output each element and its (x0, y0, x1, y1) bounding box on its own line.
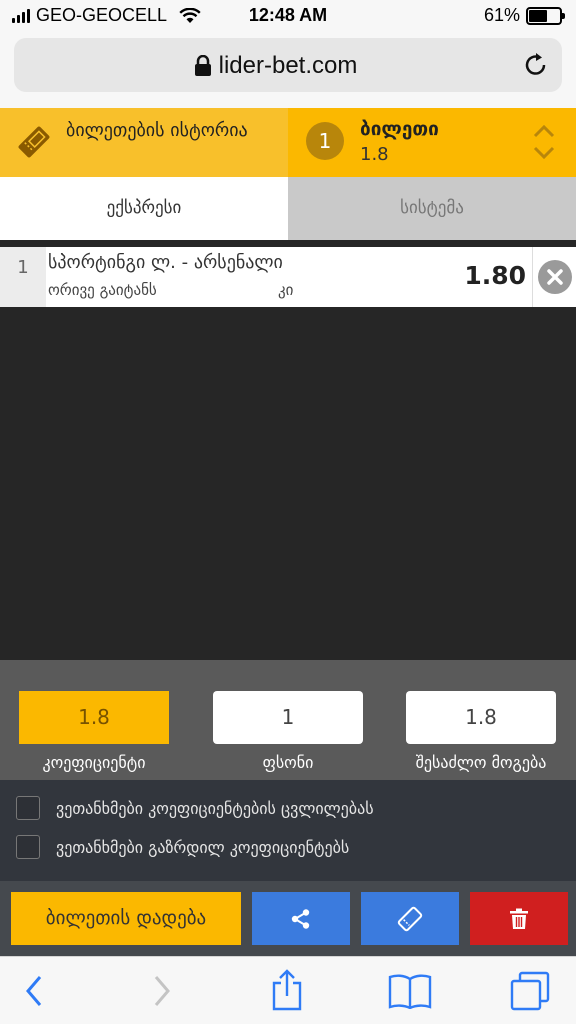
status-bar: GEO-GEOCELL 12:48 AM 61% (0, 0, 576, 32)
forward-icon[interactable] (150, 971, 174, 1011)
agree-boosted-odds-label: ვეთანხმები გაზრდილ კოეფიციენტებს (56, 837, 350, 857)
expand-collapse-icon[interactable] (532, 122, 556, 162)
tab-express[interactable]: ექსპრესი (0, 177, 288, 240)
coefficient-value: 1.8 (19, 691, 169, 744)
bet-odds: 1.80 (464, 261, 526, 290)
coefficient-label: კოეფიციენტი (42, 753, 146, 772)
share-icon[interactable] (270, 969, 304, 1011)
current-ticket-toggle[interactable]: 1 ბილეთი 1.8 (288, 108, 576, 177)
ticket-odds: 1.8 (360, 144, 389, 165)
bet-number: 1 (17, 257, 29, 278)
delete-ticket-button[interactable] (470, 892, 568, 945)
ticket-icon (18, 126, 50, 158)
ticket-history-button[interactable]: ბილეთების ისტორია (0, 108, 288, 177)
bet-outcome: კი (278, 281, 294, 299)
agree-odds-change-label: ვეთანხმები კოეფიციენტების ცვლილებას (56, 798, 374, 818)
stake-input[interactable]: 1 (213, 691, 363, 744)
ticket-history-label: ბილეთების ისტორია (66, 120, 248, 141)
bet-number-column: 1 (0, 247, 46, 307)
wifi-icon (179, 7, 201, 23)
stake-label: ფსონი (262, 753, 314, 772)
agree-boosted-odds-option[interactable]: ვეთანხმები გაზრდილ კოეფიციენტებს (16, 835, 349, 859)
agreement-options: ვეთანხმები კოეფიციენტების ცვლილებას ვეთა… (0, 780, 576, 881)
carrier-name: GEO-GEOCELL (36, 5, 168, 25)
agree-odds-change-option[interactable]: ვეთანხმები კოეფიციენტების ცვლილებას (16, 796, 374, 820)
url-text: lider-bet.com (218, 52, 358, 79)
battery-percent: 61% (483, 5, 520, 25)
reload-icon[interactable] (522, 51, 550, 79)
place-bet-button[interactable]: ბილეთის დადება (11, 892, 241, 945)
betslip-empty-area (0, 307, 576, 660)
agree-boosted-odds-checkbox[interactable] (16, 835, 40, 859)
action-bar: ბილეთის დადება (0, 881, 576, 956)
share-button[interactable] (252, 892, 350, 945)
battery-icon (526, 6, 565, 25)
trash-icon (510, 908, 528, 929)
ticket-title: ბილეთი (360, 118, 439, 140)
tabs-icon[interactable] (510, 971, 550, 1011)
back-icon[interactable] (22, 971, 46, 1011)
bet-market: ორივე გაიტანს (48, 281, 157, 299)
divider (532, 247, 533, 307)
coupon-button[interactable] (361, 892, 459, 945)
agree-odds-change-checkbox[interactable] (16, 796, 40, 820)
bet-row: 1 სპორტინგი ლ. - არსენალი ორივე გაიტანს … (0, 247, 576, 307)
status-left: GEO-GEOCELL (12, 5, 201, 26)
share-icon (291, 908, 310, 929)
ticket-count-badge: 1 (306, 122, 344, 160)
tab-system[interactable]: სისტემა (288, 177, 576, 240)
remove-bet-button[interactable] (538, 260, 572, 294)
bet-match: სპორტინგი ლ. - არსენალი (48, 252, 283, 273)
ticket-icon (397, 906, 423, 931)
address-bar[interactable]: lider-bet.com (14, 38, 562, 92)
close-icon (547, 269, 563, 285)
browser-toolbar (0, 956, 576, 1024)
potential-win-label: შესაძლო მოგება (415, 753, 547, 772)
browser-chrome: lider-bet.com (0, 32, 576, 108)
bet-type-tabs: ექსპრესი სისტემა (0, 177, 576, 240)
betslip-header: ბილეთების ისტორია 1 ბილეთი 1.8 (0, 108, 576, 177)
potential-win-value: 1.8 (406, 691, 556, 744)
bet-summary: 1.8 1 1.8 კოეფიციენტი ფსონი შესაძლო მოგე… (0, 660, 576, 780)
status-right: 61% (483, 5, 565, 26)
bookmarks-icon[interactable] (388, 973, 432, 1009)
signal-icon (12, 8, 30, 23)
